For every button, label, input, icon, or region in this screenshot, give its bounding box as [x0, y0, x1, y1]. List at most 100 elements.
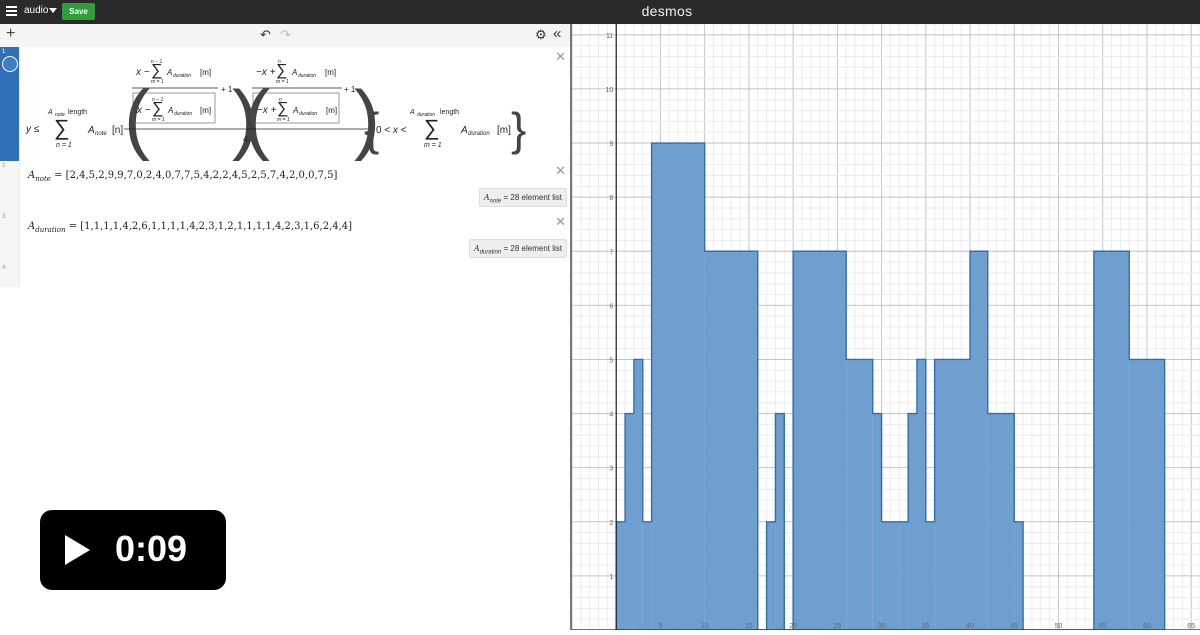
x-tick-label: 5 — [658, 623, 662, 630]
svg-text:[n]: [n] — [112, 125, 123, 136]
top-bar: audio Save desmos — [0, 0, 1200, 24]
svg-text:A: A — [47, 109, 53, 116]
step-bar — [766, 521, 776, 630]
svg-text:m = 1: m = 1 — [152, 117, 165, 123]
y-tick-label: 5 — [609, 357, 613, 364]
step-bar — [633, 359, 643, 630]
expression-row-3[interactable]: 3 ✕ Aduration = [1,1,1,1,4,2,6,1,1,1,1,4… — [0, 212, 570, 264]
svg-text:[m]: [m] — [200, 68, 211, 77]
step-bar — [881, 521, 900, 630]
step-bar — [934, 359, 971, 630]
y-tick-label: 11 — [606, 33, 613, 40]
list-values: [2,4,5,2,9,9,7,0,2,4,0,7,7,5,4,2,2,4,5,2… — [65, 170, 338, 181]
y-tick-label: 8 — [609, 195, 613, 202]
y-tick-label: 6 — [609, 303, 613, 310]
svg-text:A: A — [292, 106, 298, 115]
expression-row-4[interactable]: 4 — [0, 263, 570, 287]
svg-text:A: A — [166, 68, 172, 77]
expression-2-math[interactable]: Anote = [2,4,5,2,9,9,7,0,2,4,0,7,7,5,4,2… — [28, 170, 337, 183]
step-bar — [1129, 359, 1165, 630]
svg-text:A: A — [167, 106, 173, 115]
expression-3-math[interactable]: Aduration = [1,1,1,1,4,2,6,1,1,1,1,4,2,3… — [28, 221, 352, 234]
y-tick-label: 4 — [609, 412, 613, 419]
x-tick-label: 50 — [1055, 623, 1063, 630]
svg-text:[m]: [m] — [326, 106, 337, 115]
svg-text:duration: duration — [299, 111, 317, 117]
expression-row-2[interactable]: 2 ✕ Anote = [2,4,5,2,9,9,7,0,2,4,0,7,7,5… — [0, 161, 570, 213]
x-tick-label: 25 — [833, 623, 841, 630]
evaluation-badge: Anote = 28 element list — [478, 188, 567, 207]
x-tick-label: 60 — [1143, 623, 1151, 630]
expression-number: 3 — [2, 214, 6, 220]
video-play-button[interactable]: 0:09 — [40, 510, 226, 590]
svg-text:∑: ∑ — [424, 115, 440, 140]
y-tick-label: 1 — [609, 574, 613, 581]
delete-expression-icon[interactable]: ✕ — [555, 214, 566, 230]
svg-text:−x +: −x + — [257, 105, 277, 116]
y-tick-label: 2 — [609, 520, 613, 527]
expression-1-math[interactable]: y ≤ Anote length ∑ n = 1 Anote [n] ( x − ∑… — [24, 47, 554, 161]
step-bar — [925, 521, 935, 630]
svg-text:n: n — [279, 97, 282, 103]
badge-value: 28 element list — [510, 193, 562, 202]
step-bar — [625, 413, 634, 630]
play-icon — [65, 535, 90, 565]
step-bar — [1093, 251, 1130, 630]
svg-text:A: A — [291, 68, 297, 77]
list-values: [1,1,1,1,4,2,6,1,1,1,1,4,2,3,1,2,1,1,1,1… — [80, 221, 353, 232]
svg-text:n − 1: n − 1 — [152, 97, 163, 103]
svg-text:−x +: −x + — [256, 67, 276, 78]
step-bar — [899, 521, 909, 630]
svg-text:0 < x <: 0 < x < — [376, 125, 407, 136]
svg-text:duration: duration — [173, 73, 191, 79]
collapse-list-icon[interactable]: « — [553, 25, 561, 42]
x-tick-label: 65 — [1187, 623, 1195, 630]
svg-text:y ≤: y ≤ — [25, 124, 40, 135]
svg-text:m = 1: m = 1 — [276, 79, 289, 85]
redo-icon[interactable]: ↷ — [280, 27, 291, 43]
step-bar — [970, 251, 988, 630]
video-time: 0:09 — [115, 528, 188, 569]
expression-number: 1 — [2, 49, 6, 55]
svg-text:[m]: [m] — [497, 125, 511, 136]
expression-row-1[interactable]: 1 ✕ y ≤ Anote length ∑ n = 1 Anote [n] ( x… — [0, 47, 570, 162]
step-bar — [846, 359, 873, 630]
svg-text:[m]: [m] — [325, 68, 336, 77]
svg-text:[m]: [m] — [200, 106, 211, 115]
y-tick-label: 3 — [609, 466, 613, 473]
delete-expression-icon[interactable]: ✕ — [555, 49, 566, 65]
svg-text:∑: ∑ — [54, 115, 70, 140]
expression-number: 2 — [2, 163, 6, 169]
svg-text:4: 4 — [243, 134, 248, 144]
desmos-logo: desmos — [641, 3, 693, 19]
svg-text:duration: duration — [468, 131, 490, 137]
svg-text:duration: duration — [174, 111, 192, 117]
svg-text:m = 1: m = 1 — [424, 142, 442, 149]
undo-icon[interactable]: ↶ — [260, 27, 271, 43]
settings-gear-icon[interactable]: ⚙ — [535, 27, 547, 43]
step-bar — [651, 143, 687, 630]
step-bar — [642, 521, 652, 630]
x-tick-label: 35 — [922, 623, 930, 630]
graph-color-icon[interactable] — [2, 56, 18, 72]
add-item-button[interactable]: + — [6, 25, 15, 43]
svg-text:m = 1: m = 1 — [277, 117, 290, 123]
graph-paper[interactable]: 5 10 15 20 25 30 35 40 45 50 55 60 65 1 2 3 4 5 6 7 8 9 10 11 — [570, 23, 1200, 631]
graph-canvas[interactable]: 5 10 15 20 25 30 35 40 45 50 55 60 651234567891011 — [571, 23, 1200, 631]
svg-text:n: n — [278, 59, 281, 65]
svg-text:length: length — [68, 109, 87, 116]
svg-text:n = 1: n = 1 — [56, 142, 72, 149]
x-tick-label: 40 — [966, 623, 974, 630]
list-subscript: note — [35, 175, 51, 183]
expression-list: 1 ✕ y ≤ Anote length ∑ n = 1 Anote [n] ( x… — [0, 47, 570, 287]
svg-text:duration: duration — [298, 73, 316, 79]
step-bar — [908, 413, 917, 630]
x-tick-label: 55 — [1099, 623, 1107, 630]
step-bar — [1014, 521, 1024, 630]
x-tick-label: 45 — [1010, 623, 1018, 630]
delete-expression-icon[interactable]: ✕ — [555, 163, 566, 179]
y-tick-label: 10 — [605, 87, 613, 94]
svg-text:A: A — [87, 125, 95, 136]
step-bar — [987, 413, 1015, 630]
svg-text:(: ( — [244, 74, 270, 161]
